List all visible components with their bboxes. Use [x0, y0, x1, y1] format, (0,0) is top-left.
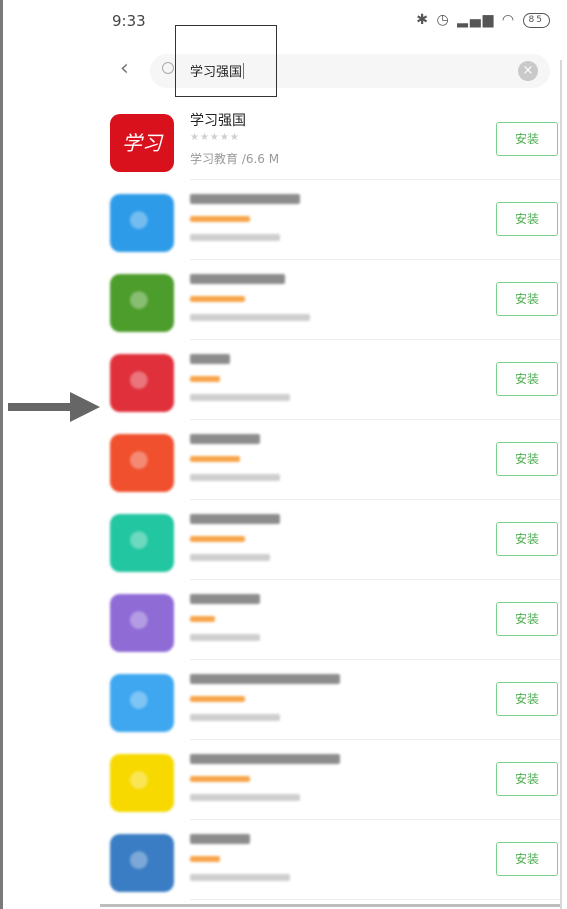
blurred-app-name — [190, 194, 300, 204]
frame-left-edge — [0, 0, 3, 909]
app-icon — [110, 434, 174, 492]
search-icon — [162, 62, 174, 74]
signal-icon: ▂▄▆ — [457, 12, 496, 28]
list-item[interactable]: 安装 — [100, 580, 560, 660]
blurred-rating — [190, 456, 240, 462]
app-icon — [110, 514, 174, 572]
divider — [190, 899, 560, 900]
blurred-app-name — [190, 834, 250, 844]
list-item[interactable]: 安装 — [100, 340, 560, 420]
arrow-shaft — [8, 403, 74, 411]
rating-stars: ★★★★★ — [190, 132, 240, 143]
blurred-app-meta — [190, 474, 280, 481]
blurred-rating — [190, 616, 215, 622]
list-item[interactable]: 安装 — [100, 500, 560, 580]
app-meta: 学习教育 /6.6 M — [190, 152, 280, 166]
install-button[interactable]: 安装 — [496, 282, 558, 316]
install-button[interactable]: 安装 — [496, 762, 558, 796]
wifi-icon: ◠ — [501, 12, 517, 28]
install-button[interactable]: 安装 — [496, 202, 558, 236]
blurred-app-name — [190, 354, 230, 364]
search-highlight-box — [175, 25, 277, 97]
app-icon — [110, 834, 174, 892]
blurred-rating — [190, 296, 245, 302]
app-name: 学习强国 — [190, 113, 246, 129]
list-item[interactable]: 安装 — [100, 420, 560, 500]
blurred-rating — [190, 776, 250, 782]
install-button[interactable]: 安装 — [496, 602, 558, 636]
install-button[interactable]: 安装 — [496, 842, 558, 876]
blurred-app-meta — [190, 874, 290, 881]
install-button[interactable]: 安装 — [496, 522, 558, 556]
app-icon — [110, 194, 174, 252]
blurred-app-name — [190, 594, 260, 604]
install-button[interactable]: 安装 — [496, 362, 558, 396]
battery-icon: 85 — [522, 13, 550, 28]
app-icon — [110, 674, 174, 732]
status-icons: ✱ ◷ ▂▄▆ ◠ 85 — [416, 12, 550, 28]
frame-right-edge — [560, 60, 562, 909]
alarm-icon: ◷ — [436, 12, 451, 28]
list-item[interactable]: 安装 — [100, 820, 560, 900]
blurred-app-meta — [190, 234, 280, 241]
app-icon — [110, 354, 174, 412]
arrow-head — [70, 392, 100, 422]
blurred-app-name — [190, 514, 280, 524]
blurred-app-name — [190, 274, 285, 284]
blurred-rating — [190, 856, 220, 862]
app-icon — [110, 754, 174, 812]
blurred-app-name — [190, 754, 340, 764]
blurred-rating — [190, 216, 250, 222]
blurred-rating — [190, 536, 245, 542]
list-item[interactable]: 安装 — [100, 660, 560, 740]
app-icon — [110, 274, 174, 332]
pointer-arrow — [8, 392, 100, 422]
install-button[interactable]: 安装 — [496, 122, 558, 156]
status-time: 9:33 — [112, 12, 146, 30]
blurred-app-meta — [190, 714, 280, 721]
blurred-app-meta — [190, 794, 300, 801]
blurred-rating — [190, 376, 220, 382]
blurred-app-name — [190, 674, 340, 684]
frame-bottom-edge — [100, 904, 560, 907]
search-bar: ‹ 学习强国 × — [100, 50, 560, 94]
app-icon — [110, 594, 174, 652]
list-item[interactable]: 安装 — [100, 260, 560, 340]
bluetooth-icon: ✱ — [416, 12, 430, 28]
list-item[interactable]: 安装 — [100, 740, 560, 820]
back-icon[interactable]: ‹ — [120, 56, 129, 81]
blurred-rating — [190, 696, 245, 702]
install-button[interactable]: 安装 — [496, 682, 558, 716]
blurred-app-meta — [190, 394, 290, 401]
list-item-featured[interactable]: 学习 学习强国 ★★★★★ 学习教育 /6.6 M 安装 — [100, 100, 560, 180]
list-item[interactable]: 安装 — [100, 180, 560, 260]
blurred-app-name — [190, 434, 260, 444]
blurred-app-meta — [190, 634, 260, 641]
blurred-app-meta — [190, 314, 310, 321]
install-button[interactable]: 安装 — [496, 442, 558, 476]
clear-icon[interactable]: × — [518, 61, 538, 81]
blurred-app-meta — [190, 554, 270, 561]
app-icon: 学习 — [110, 114, 174, 172]
